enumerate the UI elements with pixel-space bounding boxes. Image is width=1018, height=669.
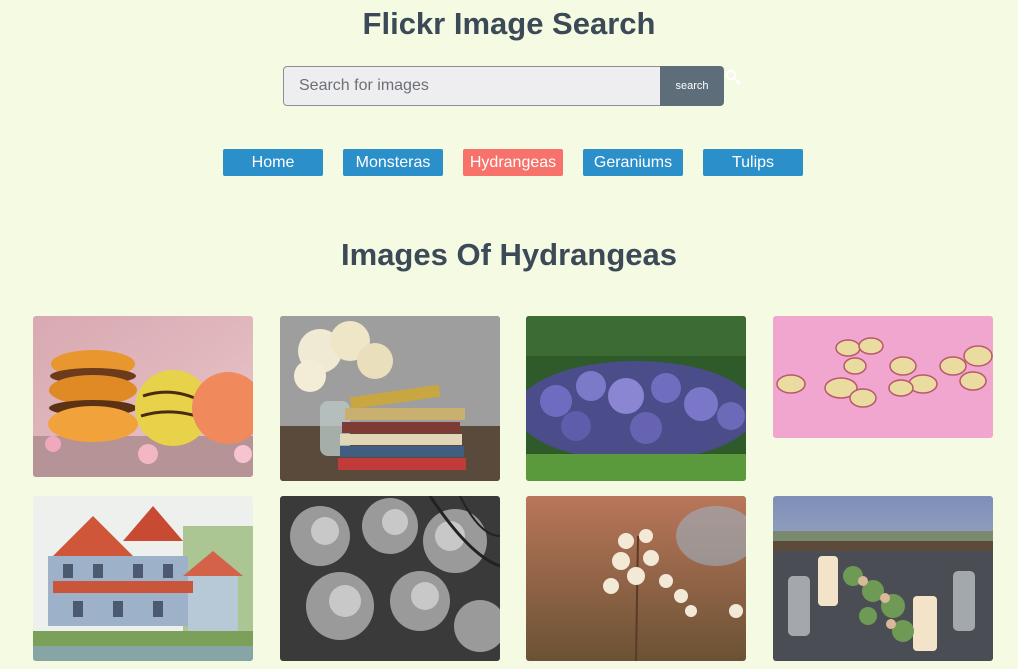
image-autumn-bloom	[526, 496, 746, 661]
nav-hydrangeas-button[interactable]: Hydrangeas	[463, 149, 563, 176]
image-thumbnail-macarons[interactable]	[33, 316, 253, 477]
image-thumbnail-pink-florets[interactable]	[773, 316, 993, 438]
search-bar: search	[283, 66, 724, 106]
image-hedge	[526, 316, 746, 481]
gallery-heading: Images Of Hydrangeas	[341, 237, 677, 272]
image-pink-florets	[773, 316, 993, 438]
image-thumbnail-victorian-house[interactable]	[33, 496, 253, 661]
search-icon	[725, 69, 741, 85]
nav-geraniums-button[interactable]: Geraniums	[583, 149, 683, 176]
image-thumbnail-autumn-bloom[interactable]	[526, 496, 746, 661]
image-table-setting	[773, 496, 993, 661]
page-title: Flickr Image Search	[362, 6, 656, 41]
nav-tulips-button[interactable]: Tulips	[703, 149, 803, 176]
image-victorian-house	[33, 496, 253, 661]
search-button[interactable]: search	[660, 66, 724, 106]
image-thumbnail-vase-books[interactable]	[280, 316, 500, 481]
nav-monsteras-button[interactable]: Monsteras	[343, 149, 443, 176]
image-vase-books	[280, 316, 500, 481]
image-thumbnail-table-setting[interactable]	[773, 496, 993, 661]
nav-home-button[interactable]: Home	[223, 149, 323, 176]
image-macarons	[33, 316, 253, 477]
image-thumbnail-bw-hydrangea[interactable]	[280, 496, 500, 661]
image-thumbnail-hedge[interactable]	[526, 316, 746, 481]
search-input[interactable]	[283, 66, 661, 106]
image-bw-hydrangea	[280, 496, 500, 661]
category-nav: Home Monsteras Hydrangeas Geraniums Tuli…	[223, 149, 803, 176]
